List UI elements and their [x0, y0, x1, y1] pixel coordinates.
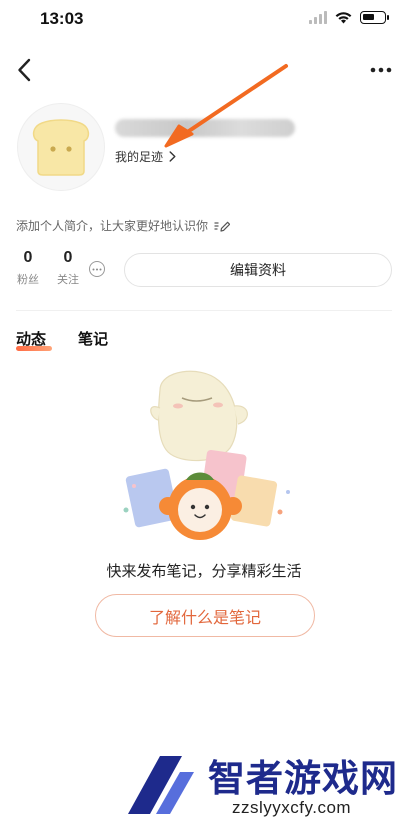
- fans-count: 0: [23, 249, 33, 266]
- battery-icon: [360, 11, 389, 24]
- status-time: 13:03: [40, 9, 84, 28]
- learn-about-notes-button[interactable]: 了解什么是笔记: [95, 594, 315, 637]
- following-label: 关注: [57, 273, 79, 286]
- cellular-signal-icon: [309, 11, 327, 24]
- status-icons: [309, 11, 389, 24]
- following-count: 0: [63, 249, 73, 266]
- fans-stat[interactable]: 0 粉丝: [13, 249, 43, 287]
- following-stat[interactable]: 0 关注: [53, 249, 83, 287]
- bio-placeholder[interactable]: 添加个人简介，让大家更好地认识你: [16, 217, 231, 234]
- watermark-logo-icon: [128, 756, 194, 814]
- battery-level: [363, 14, 375, 20]
- back-button[interactable]: [10, 54, 38, 86]
- edit-pencil-icon: [214, 221, 231, 232]
- more-horizontal-icon: [370, 67, 392, 73]
- my-footprint-link[interactable]: 我的足迹: [115, 148, 176, 165]
- avatar[interactable]: [17, 103, 105, 191]
- chevron-right-icon: [169, 151, 176, 162]
- fans-label: 粉丝: [17, 273, 39, 286]
- nickname-blurred: [115, 119, 295, 137]
- empty-state-message: 快来发布笔记，分享精彩生活: [106, 562, 302, 580]
- status-bar: 13:03: [0, 0, 408, 40]
- watermark-name: 智者游戏网: [208, 757, 398, 800]
- more-options-button[interactable]: [368, 58, 394, 82]
- footprint-label: 我的足迹: [115, 150, 164, 164]
- chevron-left-icon: [18, 58, 31, 82]
- tab-notes[interactable]: 笔记: [78, 328, 108, 349]
- watermark-url: zzslyyxcfy.com: [232, 798, 352, 817]
- bio-text: 添加个人简介，让大家更好地认识你: [16, 219, 209, 233]
- wifi-icon: [335, 12, 352, 24]
- toast-avatar-icon: [32, 119, 90, 176]
- empty-state-illustration: [123, 370, 290, 540]
- tab-dynamic[interactable]: 动态: [16, 328, 46, 349]
- more-stats-button[interactable]: [89, 261, 105, 277]
- edit-profile-button[interactable]: 编辑资料: [124, 253, 392, 287]
- ellipsis-icon: [92, 268, 102, 270]
- watermark: 智者游戏网 zzslyyxcfy.com: [120, 748, 408, 822]
- divider: [16, 310, 392, 311]
